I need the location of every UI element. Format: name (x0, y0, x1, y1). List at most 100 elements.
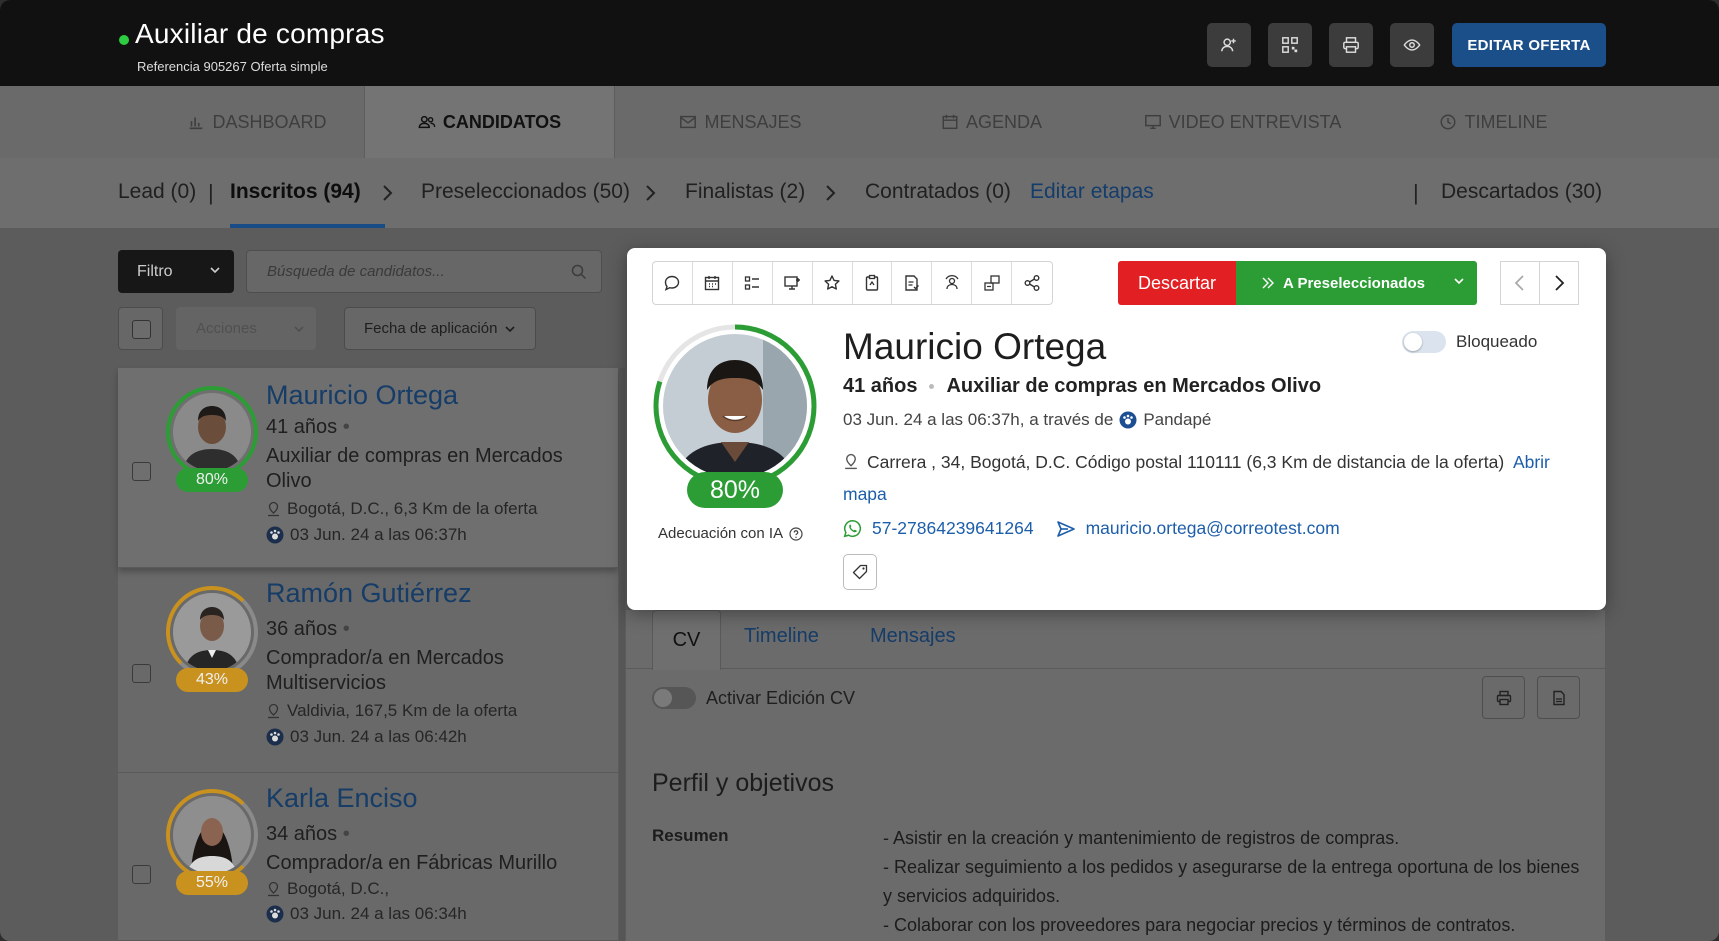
address-text: Carrera , 34, Bogotá, D.C. Código postal… (867, 452, 1505, 472)
chevron-down-icon (1454, 278, 1464, 285)
candidate-summary-card: Descartar A Preseleccionados 80% Adecuac… (627, 248, 1606, 610)
double-chevron-right-icon (1262, 277, 1274, 289)
candidate-job: Comprador/a en Fábricas Murillo (266, 852, 558, 874)
sort-label: Fecha de aplicación (364, 320, 498, 337)
match-badge: 80% (176, 468, 248, 492)
main-tabs: DASHBOARD CANDIDATOS MENSAJES AGENDA VID… (0, 86, 1719, 158)
candidate-name[interactable]: Mauricio Ortega (266, 380, 458, 411)
checklist-icon (745, 276, 760, 290)
favorite-button[interactable] (813, 262, 853, 304)
section-title: Perfil y objetivos (652, 769, 835, 797)
chevron-right-icon (1555, 275, 1565, 291)
tab-label: VIDEO ENTREVISTA (1168, 111, 1342, 132)
document-button[interactable] (892, 262, 933, 304)
list-scrollbar[interactable] (619, 368, 625, 941)
tag-icon (852, 564, 868, 580)
actions-label: Acciones (196, 320, 257, 337)
chevron-down-icon (505, 325, 515, 332)
filter-dropdown[interactable]: Filtro (118, 250, 234, 293)
tab-mensajes-detail[interactable]: Mensajes (870, 625, 956, 648)
video-call-icon (784, 276, 801, 290)
tab-cv[interactable]: CV (652, 610, 721, 670)
candidate-name[interactable]: Ramón Gutiérrez (266, 578, 472, 609)
discard-button[interactable]: Descartar (1118, 261, 1236, 305)
candidate-age: 36 años • (266, 618, 350, 640)
chevron-right-icon (826, 185, 836, 201)
resumen-label: Resumen (652, 826, 729, 845)
tab-candidatos[interactable]: CANDIDATOS (364, 86, 615, 158)
actions-dropdown[interactable]: Acciones (176, 307, 316, 350)
prev-candidate-button[interactable] (1500, 261, 1540, 305)
checklist-button[interactable] (733, 262, 773, 304)
candidate-card[interactable]: 80% Mauricio Ortega 41 años • Auxiliar d… (118, 368, 618, 568)
comment-button[interactable] (653, 262, 693, 304)
stage-preseleccionados[interactable]: Preseleccionados (50) (421, 180, 630, 204)
stage-finalistas[interactable]: Finalistas (2) (685, 180, 805, 204)
print-cv-button[interactable] (1482, 676, 1525, 719)
stage-contratados[interactable]: Contratados (0) (865, 180, 1011, 204)
pandape-icon (266, 905, 284, 923)
interview-button[interactable] (932, 262, 973, 304)
candidate-card[interactable]: 43% Ramón Gutiérrez 36 años • Comprador/… (118, 568, 618, 773)
stage-descartados[interactable]: Descartados (30) (1441, 180, 1602, 204)
preview-button[interactable] (1390, 23, 1434, 67)
stage-divider: | (1413, 180, 1419, 205)
print-icon (1343, 37, 1359, 53)
blocked-toggle[interactable] (1402, 331, 1446, 353)
application-date: 03 Jun. 24 a las 06:37h, a través de Pan… (843, 410, 1212, 429)
schedule-button[interactable] (693, 262, 733, 304)
email-link[interactable]: mauricio.ortega@correotest.com (1086, 518, 1340, 539)
status-dot (119, 35, 129, 45)
search-icon (571, 264, 587, 280)
tab-dashboard[interactable]: DASHBOARD (150, 86, 364, 158)
share-button[interactable] (1012, 262, 1052, 304)
chevron-down-icon (210, 267, 220, 274)
tab-label: MENSAJES (704, 111, 802, 132)
resumen-line: - Asistir en la creación y mantenimiento… (883, 828, 1400, 848)
video-call-button[interactable] (773, 262, 813, 304)
evaluation-button[interactable] (853, 262, 893, 304)
location-pin-icon (268, 501, 279, 517)
add-tag-button[interactable] (843, 554, 877, 590)
checkbox-box (132, 320, 151, 339)
users-icon (418, 115, 436, 129)
tab-timeline-detail[interactable]: Timeline (744, 625, 819, 648)
select-all-checkbox[interactable] (118, 307, 163, 350)
candidate-avatar-large (653, 324, 817, 488)
phone-link[interactable]: 57-27864239641264 (872, 518, 1034, 539)
tab-video-entrevista[interactable]: VIDEO ENTREVISTA (1117, 86, 1368, 158)
download-cv-button[interactable] (1537, 676, 1580, 719)
advance-stage-button[interactable]: A Preseleccionados (1236, 261, 1477, 305)
edit-offer-button[interactable]: EDITAR OFERTA (1452, 23, 1606, 67)
blocked-label: Bloqueado (1456, 332, 1538, 351)
edit-stages-link[interactable]: Editar etapas (1030, 180, 1154, 204)
doc-icon (1552, 690, 1565, 705)
stage-lead[interactable]: Lead (0) (118, 180, 196, 204)
candidate-checkbox[interactable] (132, 865, 151, 884)
stage-inscritos[interactable]: Inscritos (94) (230, 180, 361, 204)
search-placeholder: Búsqueda de candidatos... (267, 263, 445, 280)
help-icon[interactable] (789, 526, 803, 541)
candidate-name[interactable]: Karla Enciso (266, 783, 418, 814)
transfer-button[interactable] (972, 262, 1013, 304)
mail-icon (680, 115, 697, 129)
candidate-checkbox[interactable] (132, 664, 151, 683)
whatsapp-icon (843, 519, 861, 538)
add-user-button[interactable] (1207, 23, 1251, 67)
qr-code-button[interactable] (1268, 23, 1312, 67)
next-candidate-button[interactable] (1539, 261, 1579, 305)
candidate-photo (173, 593, 251, 671)
print-button[interactable] (1329, 23, 1373, 67)
chevron-right-icon (383, 185, 393, 201)
candidate-card[interactable]: 55% Karla Enciso 34 años • Comprador/a e… (118, 773, 618, 941)
sort-date-dropdown[interactable]: Fecha de aplicación (344, 307, 536, 350)
chevron-down-icon (294, 326, 304, 333)
edit-cv-toggle[interactable] (652, 687, 696, 709)
tab-mensajes[interactable]: MENSAJES (615, 86, 866, 158)
tab-agenda[interactable]: AGENDA (866, 86, 1117, 158)
tab-timeline[interactable]: TIMELINE (1368, 86, 1619, 158)
candidate-checkbox[interactable] (132, 462, 151, 481)
calendar-icon (942, 114, 958, 130)
candidate-full-name: Mauricio Ortega (843, 326, 1107, 367)
candidate-search-input[interactable]: Búsqueda de candidatos... (246, 250, 602, 293)
